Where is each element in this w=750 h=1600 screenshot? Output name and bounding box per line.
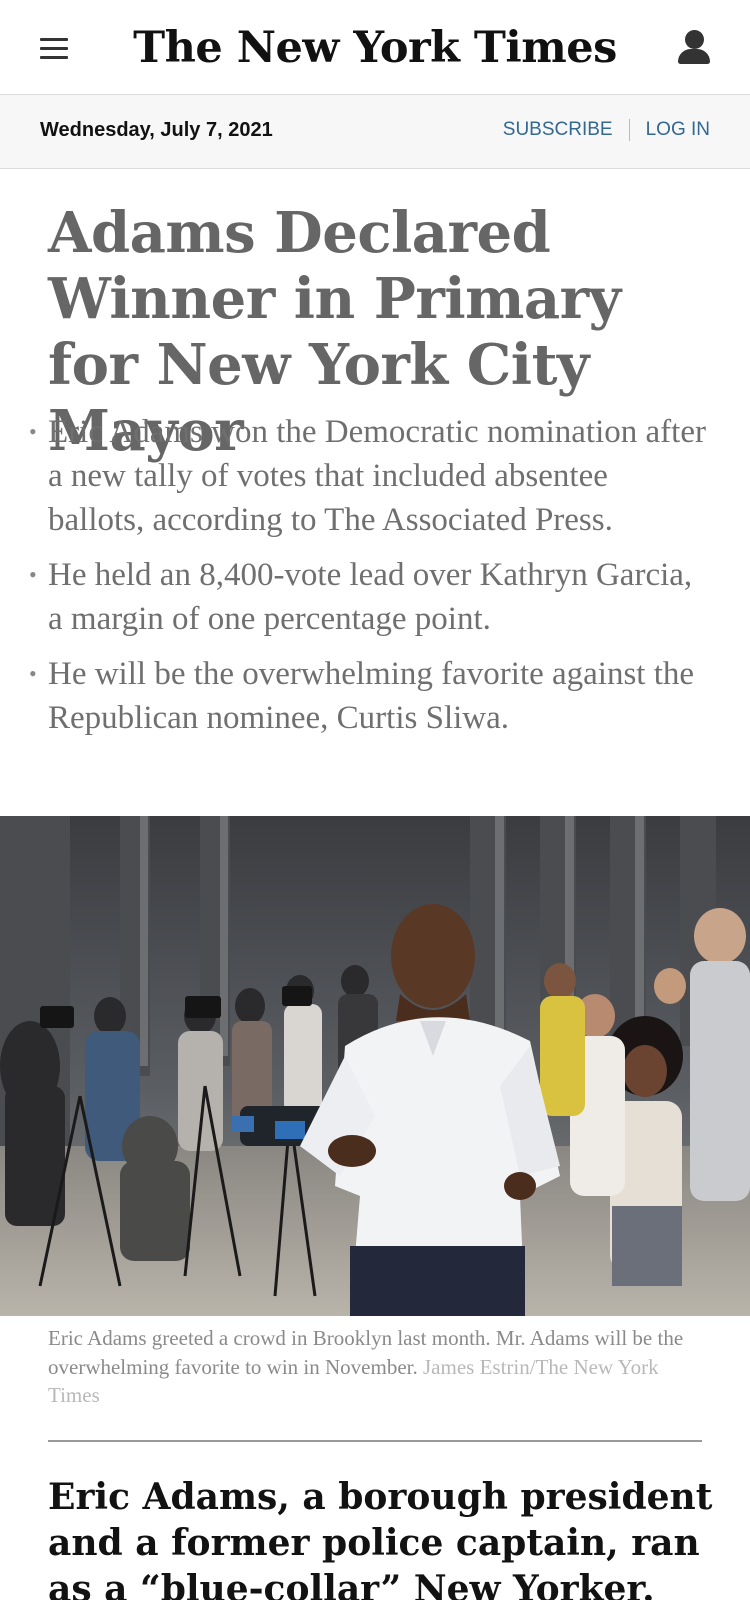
article-photo[interactable] (0, 816, 750, 1316)
photo-illustration (0, 816, 750, 1316)
article-lede[interactable]: Eric Adams, a borough president and a fo… (48, 1474, 718, 1600)
nyt-masthead-logo[interactable]: The New York Times (0, 18, 750, 78)
auth-divider (628, 119, 630, 141)
top-navigation-bar: The New York Times (0, 0, 750, 95)
user-account-icon[interactable] (676, 28, 712, 68)
section-divider (48, 1440, 702, 1442)
photo-caption: Eric Adams greeted a crowd in Brooklyn l… (48, 1324, 698, 1410)
current-date: Wednesday, July 7, 2021 (40, 119, 273, 141)
login-link[interactable]: LOG IN (646, 119, 710, 141)
summary-item: He will be the overwhelming favorite aga… (29, 652, 708, 740)
subscribe-link[interactable]: SUBSCRIBE (503, 119, 613, 141)
article-summary-list: Eric Adams won the Democratic nomination… (29, 410, 708, 751)
auth-links: SUBSCRIBE LOG IN (503, 119, 710, 141)
date-bar: Wednesday, July 7, 2021 SUBSCRIBE LOG IN (0, 95, 750, 169)
summary-item: He held an 8,400-vote lead over Kathryn … (29, 553, 708, 641)
summary-item: Eric Adams won the Democratic nomination… (29, 410, 708, 542)
